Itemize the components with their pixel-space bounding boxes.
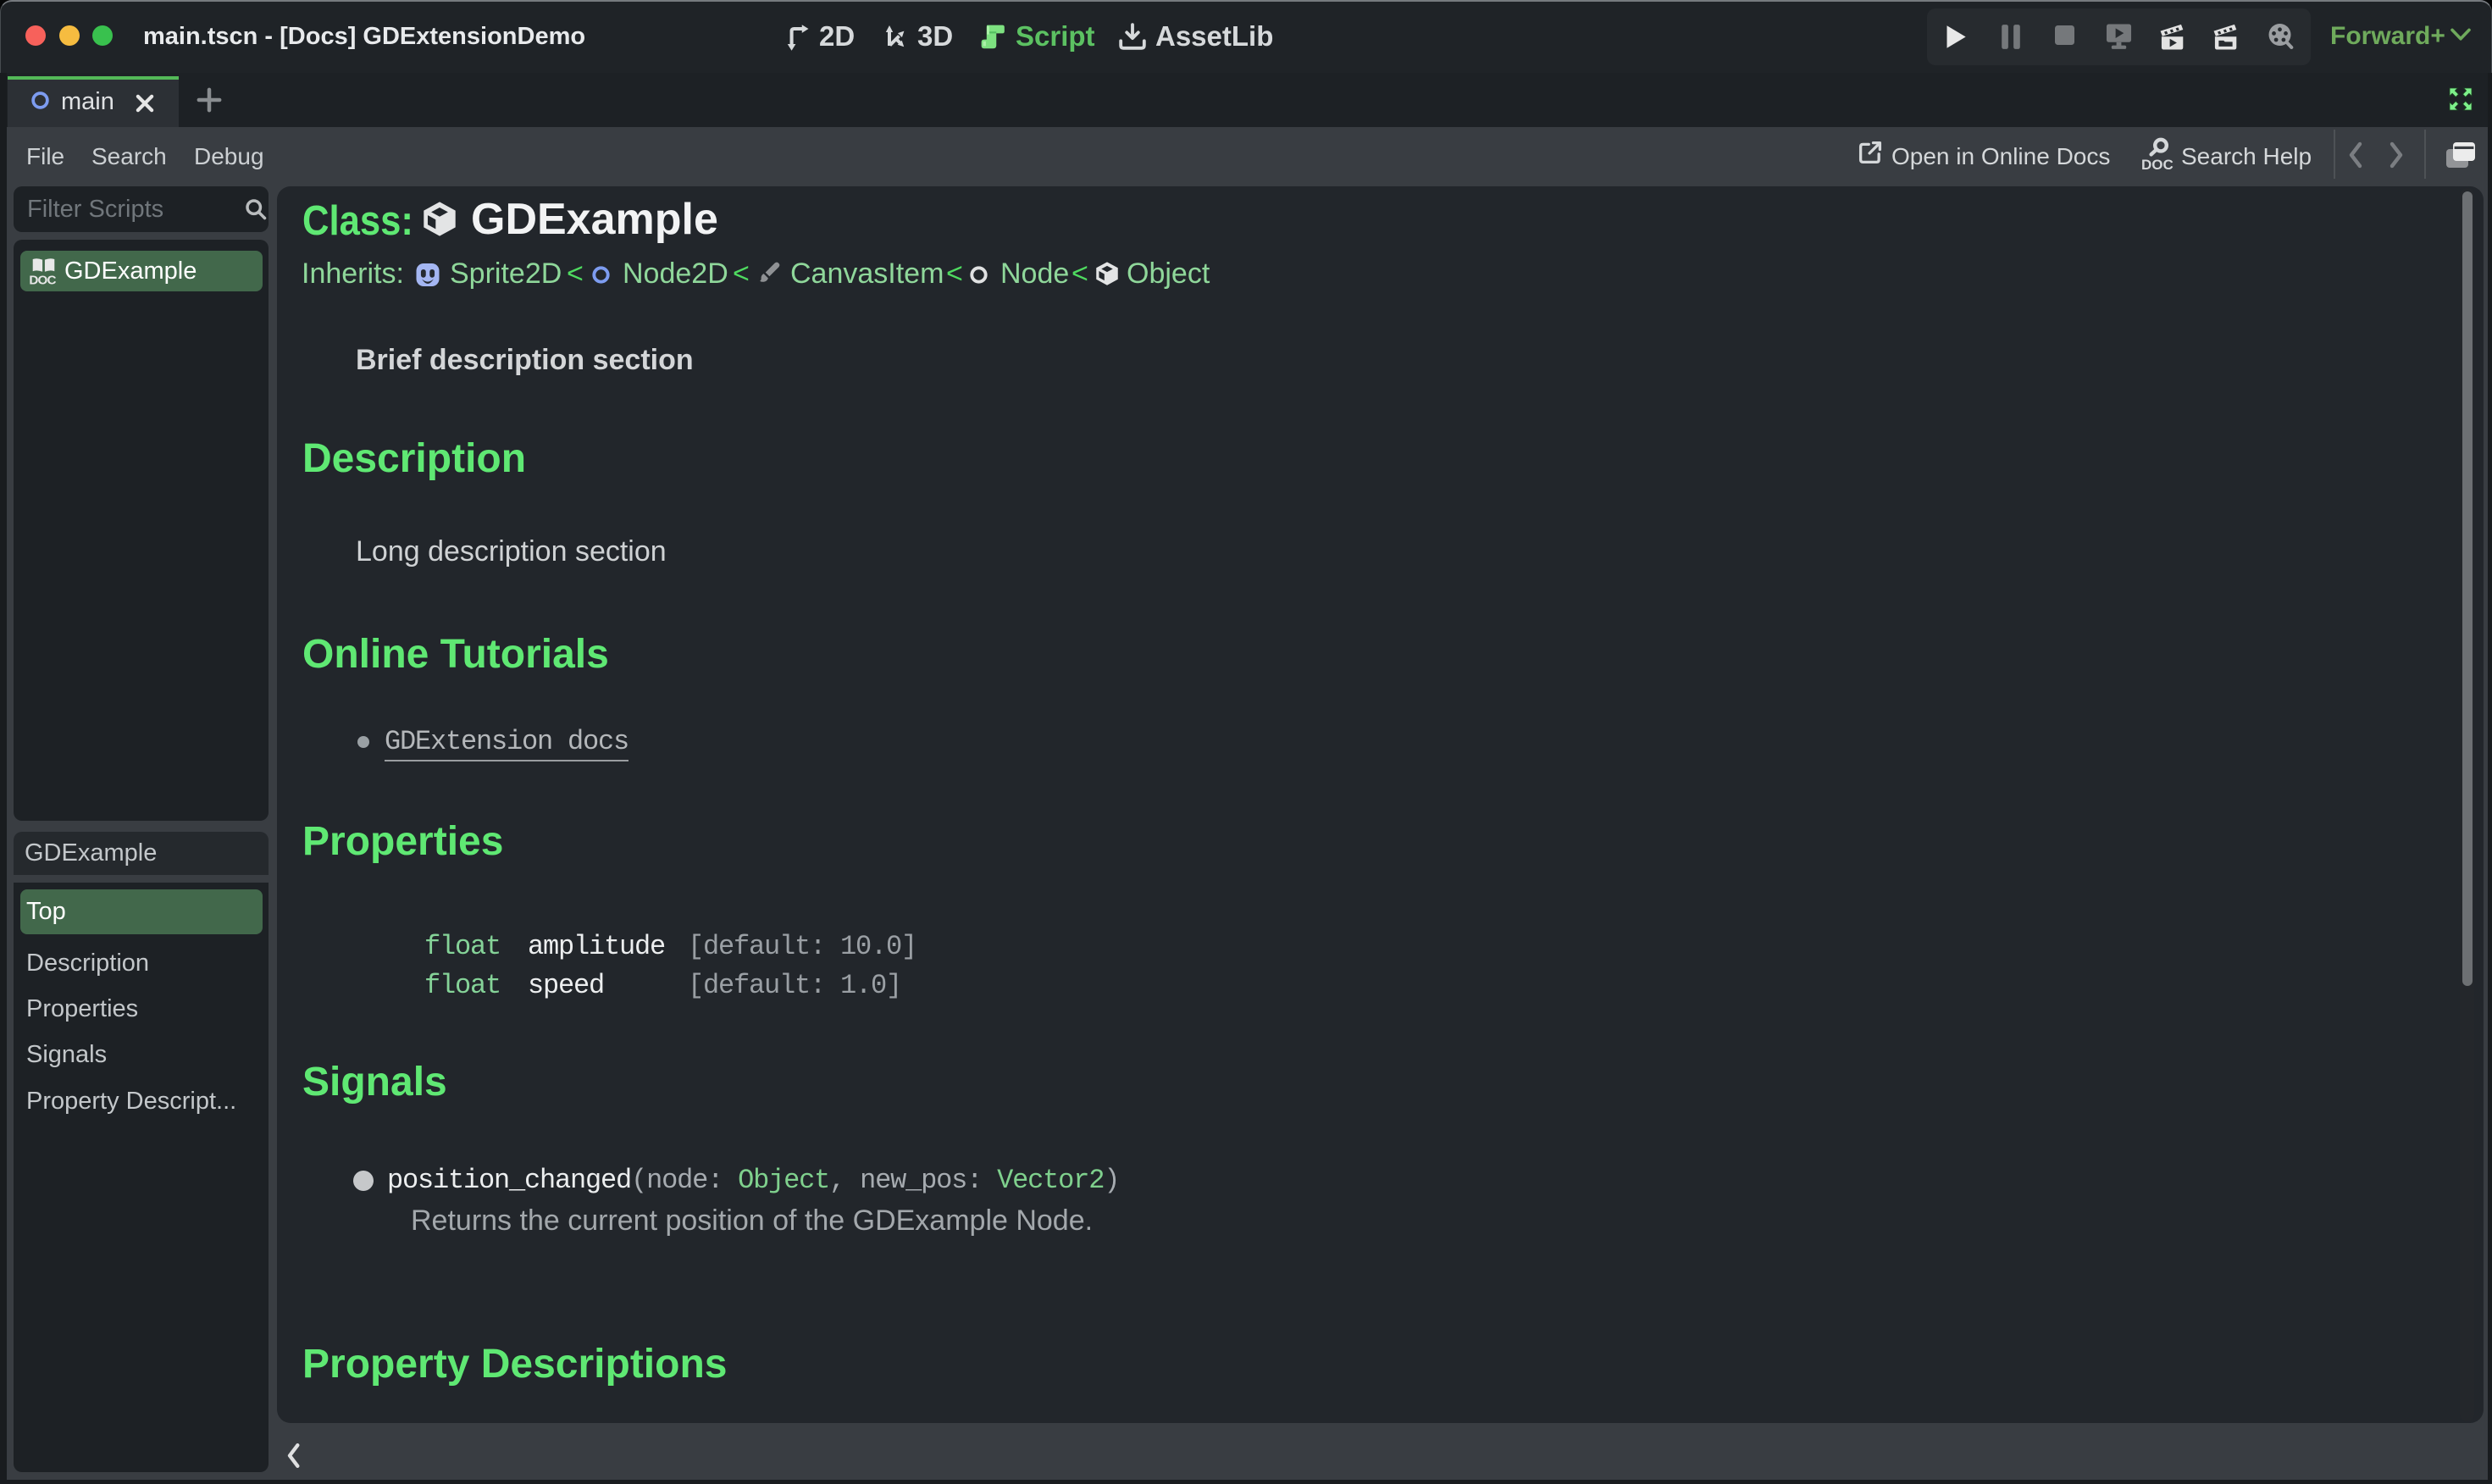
svg-text:DOC: DOC [30,273,56,285]
svg-text:DOC: DOC [2141,157,2174,171]
